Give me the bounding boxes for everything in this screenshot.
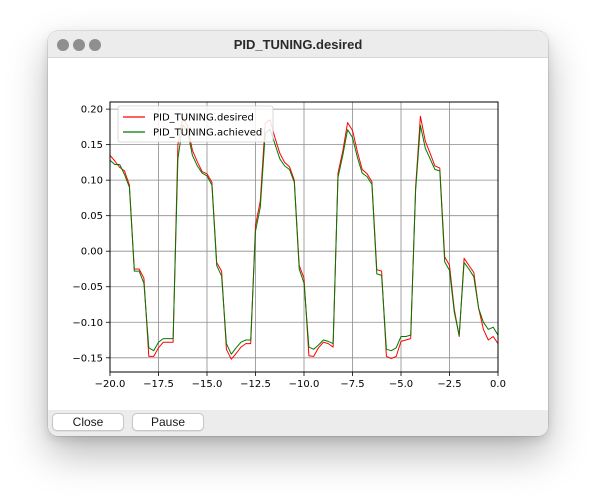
- y-tick-label: −0.05: [72, 282, 103, 293]
- y-tick-label: −0.15: [72, 353, 103, 364]
- x-tick-label: −7.5: [340, 379, 364, 390]
- x-axis-ticks: −20.0 −17.5 −15.0 −12.5 −10.0 −7.5 −5.0 −2.5 0.0: [95, 372, 506, 390]
- y-tick-label: 0.20: [81, 105, 103, 116]
- x-tick-label: −5.0: [389, 379, 413, 390]
- x-tick-label: −17.5: [143, 379, 174, 390]
- x-tick-label: −20.0: [95, 379, 126, 390]
- window-title: PID_TUNING.desired: [233, 37, 363, 52]
- y-tick-label: −0.10: [72, 318, 103, 329]
- y-tick-label: 0.15: [81, 140, 103, 151]
- grid-lines: [109, 102, 499, 372]
- y-tick-label: 0.00: [81, 247, 103, 258]
- y-axis-ticks: −0.15 −0.10 −0.05 0.00 0.05 0.10 0.15 0.20: [72, 105, 110, 364]
- x-tick-label: 0.0: [490, 379, 506, 390]
- title-bar[interactable]: PID_TUNING.desired: [48, 31, 548, 58]
- plot-area: −20.0 −17.5 −15.0 −12.5 −10.0 −7.5 −5.0 −2.5 0.0…: [48, 58, 548, 411]
- app-window: PID_TUNING.desired −20.0 −17.5 −15.0 −12.5−…: [48, 31, 548, 436]
- legend-label-achieved: PID_TUNING.achieved: [153, 128, 262, 139]
- legend-label-desired: PID_TUNING.desired: [153, 113, 254, 124]
- legend: PID_TUNING.desired PID_TUNING.achieved: [117, 105, 274, 143]
- line-chart: −20.0 −17.5 −15.0 −12.5 −10.0 −7.5 −5.0 −2.5 0.0…: [72, 101, 506, 390]
- y-tick-label: 0.05: [81, 211, 103, 222]
- x-tick-label: −12.5: [240, 379, 271, 390]
- pause-button[interactable]: Pause: [132, 413, 204, 431]
- y-tick-label: 0.10: [81, 176, 103, 187]
- close-button[interactable]: Close: [52, 413, 124, 431]
- x-tick-label: −15.0: [192, 379, 223, 390]
- x-tick-label: −10.0: [289, 379, 320, 390]
- button-bar: Close Pause: [48, 410, 548, 436]
- x-tick-label: −2.5: [437, 379, 461, 390]
